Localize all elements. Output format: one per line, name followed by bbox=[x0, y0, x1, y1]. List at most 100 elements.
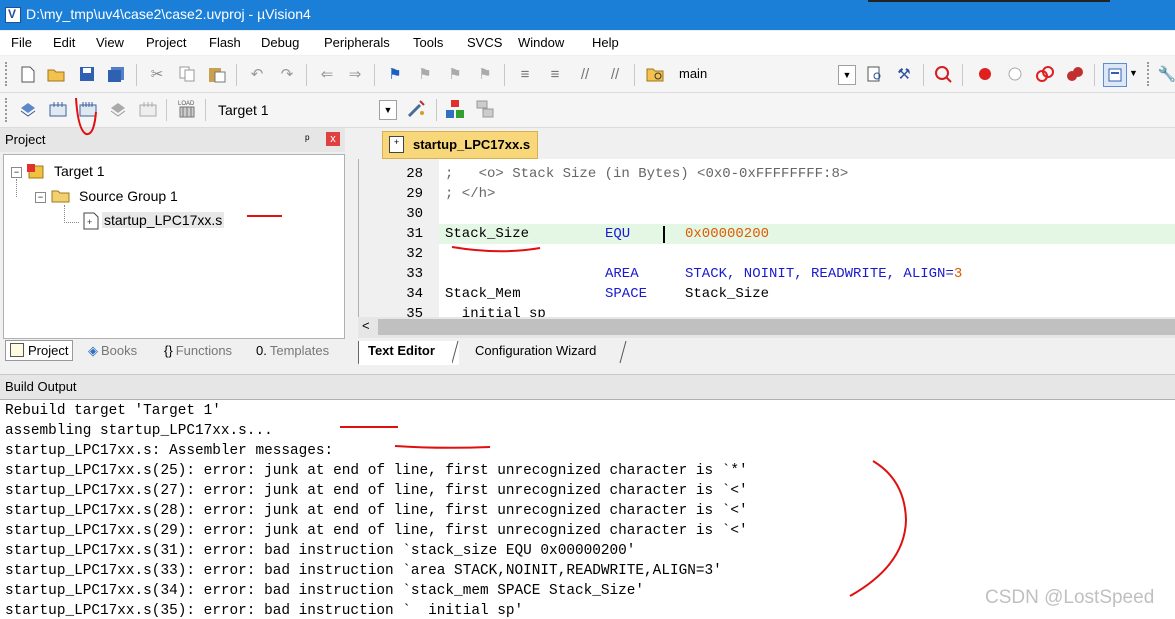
toolbar-grip[interactable] bbox=[5, 98, 10, 122]
undo-icon[interactable]: ↶ bbox=[246, 63, 268, 85]
project-panel-tabs: Project ◈ Books {} Functions 0. Templates bbox=[0, 339, 345, 367]
save-icon[interactable] bbox=[76, 63, 98, 85]
toolbar-separator bbox=[962, 64, 963, 86]
tree-file-startup[interactable]: startup_LPC17xx.s bbox=[102, 212, 225, 228]
paste-icon[interactable] bbox=[206, 63, 228, 85]
configure-icon[interactable]: 🔧 bbox=[1156, 63, 1175, 85]
window-layout-icon[interactable] bbox=[1103, 63, 1127, 87]
stop-build-icon[interactable] bbox=[137, 98, 159, 120]
unindent-icon[interactable]: ≡ bbox=[544, 63, 566, 85]
menu-view[interactable]: View bbox=[96, 35, 124, 50]
close-icon[interactable]: x bbox=[326, 132, 340, 146]
open-folder-icon[interactable] bbox=[45, 63, 67, 85]
clear-bookmarks-icon[interactable]: ⚑ bbox=[474, 63, 496, 85]
code-line-current: 31 Stack_Size EQU 0x00000200 bbox=[359, 224, 1175, 244]
menu-tools[interactable]: Tools bbox=[413, 35, 443, 50]
build-line: Rebuild target 'Target 1' bbox=[5, 403, 221, 419]
find-combo-dropdown-icon[interactable]: ▼ bbox=[838, 65, 856, 85]
navigate-forward-icon[interactable]: ⇒ bbox=[344, 63, 366, 85]
tree-source-group[interactable]: Source Group 1 bbox=[79, 188, 178, 204]
build-output-text[interactable]: Rebuild target 'Target 1' assembling sta… bbox=[0, 399, 1175, 619]
window-title: D:\my_tmp\uv4\case2\case2.uvproj - µVisi… bbox=[26, 6, 311, 22]
tab-templates[interactable]: 0. Templates bbox=[256, 343, 329, 358]
debug-session-icon[interactable] bbox=[932, 63, 954, 85]
navigate-back-icon[interactable]: ⇐ bbox=[316, 63, 338, 85]
copy-icon[interactable] bbox=[176, 63, 198, 85]
tab-text-editor[interactable]: Text Editor bbox=[368, 343, 435, 358]
menu-debug[interactable]: Debug bbox=[261, 35, 299, 50]
new-file-icon[interactable] bbox=[17, 63, 39, 85]
editor-view-tabs: Text Editor Configuration Wizard bbox=[358, 339, 1175, 367]
build-icon[interactable] bbox=[47, 98, 69, 120]
enable-breakpoint-icon[interactable] bbox=[1004, 63, 1026, 85]
target-select-value[interactable]: Target 1 bbox=[218, 102, 269, 118]
scroll-left-icon[interactable]: < bbox=[362, 318, 370, 333]
target-options-icon[interactable] bbox=[405, 98, 427, 120]
rebuild-icon[interactable] bbox=[77, 98, 99, 120]
toolbar-separator bbox=[136, 64, 137, 86]
bookmark-icon[interactable]: ⚑ bbox=[384, 63, 406, 85]
svg-text:+: + bbox=[87, 217, 92, 227]
incremental-find-icon[interactable]: ⚒ bbox=[893, 63, 915, 85]
batch-build-icon[interactable] bbox=[107, 98, 129, 120]
code-line: 30 bbox=[406, 206, 423, 222]
collapse-target-icon[interactable]: − bbox=[11, 167, 22, 178]
toolbar-separator bbox=[634, 64, 635, 86]
tab-books[interactable]: ◈ Books bbox=[88, 343, 137, 359]
build-output-header: Build Output bbox=[0, 374, 1175, 399]
menu-svcs[interactable]: SVCS bbox=[467, 35, 502, 50]
scrollbar-thumb[interactable] bbox=[378, 319, 1175, 335]
redo-icon[interactable]: ↷ bbox=[276, 63, 298, 85]
menu-bar: File Edit View Project Flash Debug Perip… bbox=[0, 31, 1175, 55]
target-select-dropdown-icon[interactable]: ▼ bbox=[379, 100, 397, 120]
next-bookmark-icon[interactable]: ⚑ bbox=[444, 63, 466, 85]
menu-edit[interactable]: Edit bbox=[53, 35, 75, 50]
download-icon[interactable]: LOAD bbox=[176, 98, 198, 120]
translate-icon[interactable] bbox=[17, 98, 39, 120]
find-in-files-icon[interactable] bbox=[644, 63, 666, 85]
toolbar-separator bbox=[205, 99, 206, 121]
collapse-group-icon[interactable]: − bbox=[35, 192, 46, 203]
menu-flash[interactable]: Flash bbox=[209, 35, 241, 50]
manage-project-items-icon[interactable] bbox=[444, 98, 466, 120]
editor-horizontal-scrollbar[interactable]: < bbox=[358, 317, 1175, 338]
select-packs-icon[interactable] bbox=[474, 98, 496, 120]
uncomment-icon[interactable]: // bbox=[604, 63, 626, 85]
menu-help[interactable]: Help bbox=[592, 35, 619, 50]
code-editor[interactable]: 28 ; <o> Stack Size (in Bytes) <0x0-0xFF… bbox=[358, 159, 1175, 317]
title-bar-edge bbox=[868, 0, 1110, 2]
menu-window[interactable]: Window bbox=[518, 35, 564, 50]
svg-text:LOAD: LOAD bbox=[178, 101, 195, 107]
find-combo-value[interactable]: main bbox=[679, 66, 707, 81]
tab-functions[interactable]: {} Functions bbox=[164, 343, 232, 358]
insert-breakpoint-icon[interactable] bbox=[974, 63, 996, 85]
menu-project[interactable]: Project bbox=[146, 35, 186, 50]
text-cursor bbox=[663, 226, 665, 243]
kill-all-breakpoints-icon[interactable] bbox=[1064, 63, 1086, 85]
previous-bookmark-icon[interactable]: ⚑ bbox=[414, 63, 436, 85]
disable-all-breakpoints-icon[interactable] bbox=[1034, 63, 1056, 85]
cut-icon[interactable]: ✂ bbox=[146, 63, 168, 85]
comment-icon[interactable]: // bbox=[574, 63, 596, 85]
toolbar-separator bbox=[306, 64, 307, 86]
build-line: startup_LPC17xx.s(29): error: junk at en… bbox=[5, 523, 748, 539]
window-layout-dropdown-icon[interactable]: ▼ bbox=[1129, 68, 1138, 78]
editor-tab-startup[interactable]: + startup_LPC17xx.s bbox=[382, 131, 538, 159]
tab-project[interactable]: Project bbox=[5, 340, 74, 361]
indent-icon[interactable]: ≡ bbox=[514, 63, 536, 85]
find-icon[interactable] bbox=[864, 63, 886, 85]
pin-icon[interactable]: ᵖ bbox=[305, 132, 310, 146]
menu-peripherals[interactable]: Peripherals bbox=[324, 35, 390, 50]
menu-file[interactable]: File bbox=[11, 35, 32, 50]
toolbar-grip[interactable] bbox=[1147, 62, 1152, 86]
uvision-app-icon[interactable] bbox=[5, 7, 21, 23]
project-panel-header: Project ᵖ x bbox=[0, 128, 345, 152]
tree-target[interactable]: Target 1 bbox=[54, 163, 105, 179]
toolbar-separator bbox=[166, 99, 167, 121]
current-line-highlight bbox=[439, 224, 1175, 244]
toolbar-grip[interactable] bbox=[5, 62, 10, 86]
asm-file-icon: + bbox=[389, 136, 404, 153]
tree-line bbox=[64, 205, 79, 223]
save-all-icon[interactable] bbox=[105, 63, 127, 85]
templates-icon: 0. bbox=[256, 343, 267, 358]
